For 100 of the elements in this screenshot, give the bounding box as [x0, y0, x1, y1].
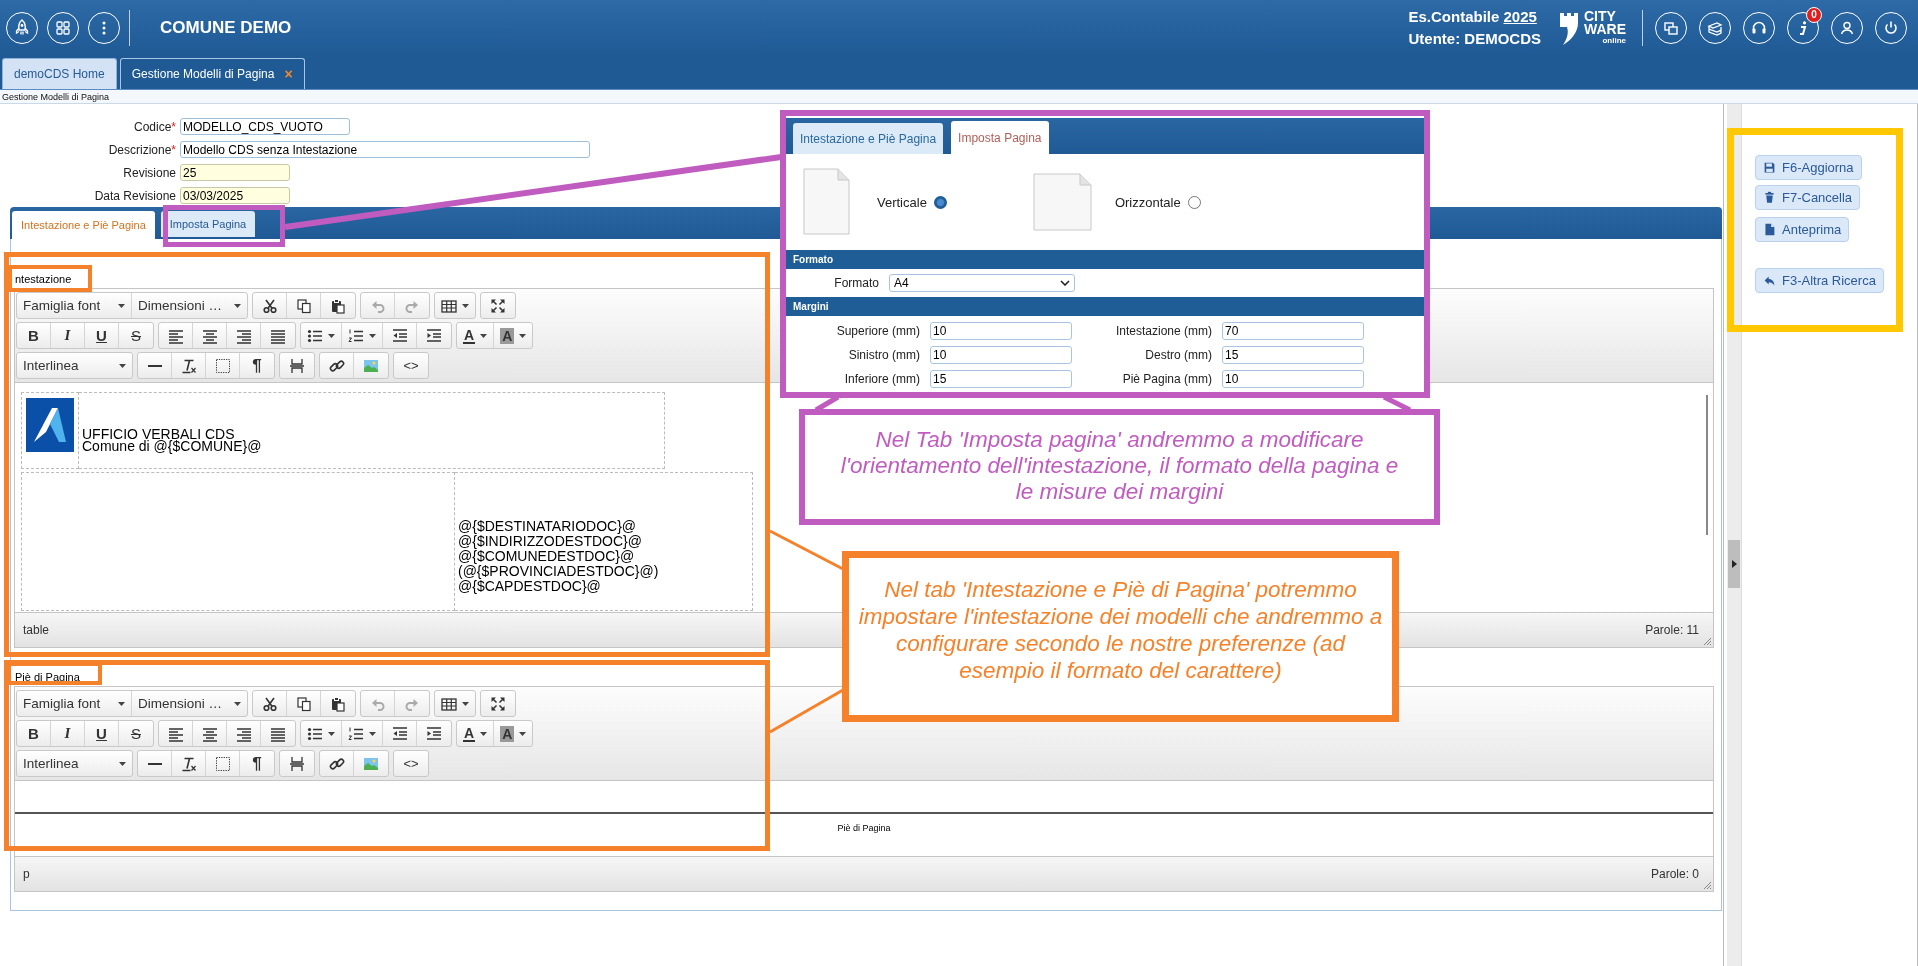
image-icon — [363, 357, 379, 374]
text-field[interactable]: 15 — [930, 370, 1072, 388]
field-label: Superiore (mm) — [835, 324, 921, 338]
fiscal-year: Es.Contabile 2025 — [1408, 6, 1538, 27]
align-left-icon — [167, 725, 184, 742]
more-icon — [102, 20, 106, 35]
strike-button[interactable]: S — [119, 323, 153, 348]
source-button[interactable]: <> — [394, 353, 428, 378]
city-ware-logo: CITY WARE online — [1557, 8, 1626, 47]
caret-icon — [234, 303, 241, 308]
justify-icon — [270, 725, 286, 742]
page-tab[interactable]: Intestazione e Piè Pagina — [12, 211, 155, 239]
text-field[interactable]: 70 — [1222, 322, 1364, 340]
cut-icon — [261, 695, 278, 712]
text-color-button[interactable]: A — [457, 323, 495, 348]
page-tab[interactable]: Imposta Pagina — [160, 211, 256, 237]
field-label: Destro (mm) — [1144, 348, 1213, 362]
placeholder-text: @{$DESTINATARIODOC}@ — [458, 518, 637, 534]
update-button[interactable]: F6-Aggiorna — [1755, 155, 1862, 180]
paste-icon — [330, 695, 346, 712]
placeholder-text: @{$CAPDESTDOC}@ — [458, 578, 601, 594]
page-tab[interactable]: Imposta Pagina — [951, 121, 1049, 154]
collapse-arrow-icon — [1732, 560, 1737, 568]
caret-icon — [519, 731, 527, 736]
bullet-list-icon — [307, 725, 323, 742]
table-icon — [441, 297, 457, 314]
section-label: Piè di Pagina — [14, 670, 80, 685]
line-height-dropdown[interactable]: Interlinea — [17, 751, 132, 776]
text-field[interactable]: MODELLO_CDS_VUOTO — [180, 118, 350, 135]
splitter-handle[interactable] — [1728, 540, 1740, 588]
border-icon — [214, 755, 231, 772]
pilcrow-button[interactable]: ¶ — [240, 353, 274, 378]
text-color-button[interactable]: A — [457, 721, 495, 746]
field-label: Data Revisione — [93, 188, 177, 203]
pilcrow-button[interactable]: ¶ — [240, 751, 274, 776]
source-button[interactable]: <> — [394, 751, 428, 776]
paste-icon — [330, 297, 346, 314]
radio-button[interactable] — [1187, 195, 1201, 209]
font-family-dropdown[interactable]: Famiglia font — [17, 293, 132, 318]
underline-button[interactable]: U — [85, 721, 119, 746]
clear-format-icon — [180, 755, 197, 772]
caret-icon — [118, 303, 125, 308]
text-field[interactable]: 15 — [1222, 346, 1364, 364]
image-icon — [363, 755, 379, 772]
field-label: Descrizione* — [107, 142, 177, 157]
outdent-icon — [391, 725, 408, 742]
fullscreen-icon — [490, 695, 506, 712]
field-label: Formato — [833, 276, 880, 290]
text-field[interactable]: 10 — [930, 322, 1072, 340]
numbered-list-icon — [348, 725, 364, 742]
search-again-button[interactable]: F3-Altra Ricerca — [1755, 268, 1884, 293]
caret-icon — [328, 333, 335, 338]
word-count: Parole: 0 — [1650, 867, 1699, 881]
bold-button[interactable]: B — [17, 323, 51, 348]
italic-button[interactable]: I — [51, 323, 85, 348]
section-header: Margini — [786, 297, 1424, 316]
highlight-color-button[interactable]: A — [494, 721, 533, 746]
field-label: Inferiore (mm) — [843, 372, 921, 386]
notification-badge: 0 — [1806, 6, 1822, 23]
align-center-icon — [201, 725, 218, 742]
copy-icon — [295, 695, 312, 712]
bullet-list-icon — [307, 327, 323, 344]
text-field[interactable]: 10 — [930, 346, 1072, 364]
caret-icon — [462, 701, 469, 706]
radio-button[interactable] — [933, 195, 947, 209]
italic-button[interactable]: I — [51, 721, 85, 746]
delete-button[interactable]: F7-Cancella — [1755, 185, 1861, 210]
chevron-down-icon — [1060, 280, 1070, 286]
bold-button[interactable]: B — [17, 721, 51, 746]
field-label: Intestazione (mm) — [1114, 324, 1213, 338]
orientation-label: Verticale — [877, 194, 927, 210]
document-tab[interactable]: Gestione Modelli di Pagina × — [119, 58, 305, 89]
format-select[interactable]: A4 — [889, 274, 1075, 292]
resize-grip-icon — [1703, 637, 1712, 646]
placeholder-text: @{$COMUNEDESTDOC}@ — [458, 548, 635, 564]
highlight-color-button[interactable]: A — [494, 323, 533, 348]
caret-icon — [234, 701, 241, 706]
link-icon — [328, 755, 345, 772]
text-field[interactable]: 10 — [1222, 370, 1364, 388]
outdent-icon — [391, 327, 408, 344]
text-field[interactable]: Modello CDS senza Intestazione — [180, 141, 590, 158]
page-break-icon — [289, 357, 305, 374]
strike-button[interactable]: S — [119, 721, 153, 746]
callout: Nel tab 'Intestazione e Piè di Pagina' potremmo impostare l'intestazione dei modelli che andremmo a configurare secondo le nostre preferenze (ad esempio il formato del carattere) — [842, 551, 1399, 722]
line-height-dropdown[interactable]: Interlinea — [17, 353, 132, 378]
font-size-dropdown[interactable]: Dimensioni … — [132, 293, 247, 318]
caret-icon — [462, 303, 469, 308]
preview-button[interactable]: Anteprima — [1755, 217, 1850, 242]
font-size-dropdown[interactable]: Dimensioni … — [132, 691, 247, 716]
align-left-icon — [167, 327, 184, 344]
cut-icon — [261, 297, 278, 314]
clear-format-icon — [180, 357, 197, 374]
text-field[interactable]: 25 — [180, 164, 290, 181]
text-field[interactable]: 03/03/2025 — [180, 187, 290, 204]
horizontal-rule-icon — [147, 762, 162, 765]
document-tab[interactable]: demoCDS Home — [2, 58, 117, 89]
caret-icon — [119, 363, 126, 368]
underline-button[interactable]: U — [85, 323, 119, 348]
page-tab[interactable]: Intestazione e Piè Pagina — [793, 123, 944, 154]
font-family-dropdown[interactable]: Famiglia font — [17, 691, 132, 716]
